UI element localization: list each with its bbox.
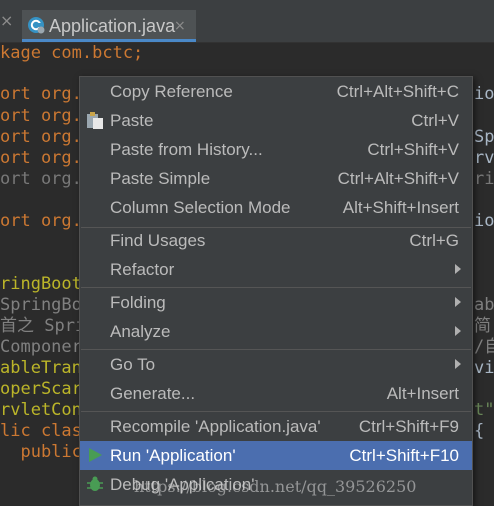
code-text: public — [0, 442, 82, 462]
code-fragment: vic — [474, 358, 494, 378]
code-line: 首之 Spri — [0, 316, 85, 337]
menu-item-shortcut: Ctrl+Shift+F9 — [358, 417, 459, 436]
menu-item-paste[interactable]: Paste Ctrl+V — [80, 106, 472, 135]
paste-icon — [87, 112, 103, 129]
menu-item-shortcut: Ctrl+Shift+V — [367, 140, 459, 159]
menu-item-label: Column Selection Mode — [110, 198, 291, 217]
menu-item-label: Folding — [110, 293, 166, 312]
code-fragment: ab — [474, 295, 494, 315]
code-text: ableTran — [0, 358, 82, 378]
menu-item-label: Run 'Application' — [110, 446, 236, 465]
menu-item-label: Analyze — [110, 322, 171, 341]
code-text: ort org. — [0, 84, 82, 104]
tab-application-java[interactable]: Application.java × — [22, 10, 196, 42]
menu-item-column-selection-mode[interactable]: Column Selection Mode Alt+Shift+Insert — [80, 193, 472, 222]
code-text: Componer — [0, 337, 82, 357]
code-line: ort org. — [0, 127, 82, 148]
code-line: ort org. — [0, 84, 82, 105]
menu-item-copy-reference[interactable]: Copy Reference Ctrl+Alt+Shift+C — [80, 77, 472, 106]
menu-item-label: Generate... — [110, 384, 196, 403]
code-fragment: Spr — [474, 127, 494, 147]
code-line: ort org. — [0, 169, 82, 190]
code-text: ort org. — [0, 127, 82, 147]
menu-item-label: Refactor — [110, 260, 175, 279]
code-text: ringBoot — [0, 274, 82, 294]
tab-title: Application.java — [49, 16, 176, 36]
menu-item-shortcut: Ctrl+Alt+Shift+V — [337, 169, 459, 188]
code-line: operScar — [0, 379, 82, 400]
menu-item-label: Find Usages — [110, 231, 206, 250]
code-line: public — [0, 442, 82, 463]
menu-item-generate[interactable]: Generate... Alt+Insert — [80, 379, 472, 408]
code-text: rvletCon — [0, 400, 82, 420]
code-text: operScar — [0, 379, 82, 399]
code-text: ort org. — [0, 148, 82, 168]
menu-item-run-application[interactable]: Run 'Application' Ctrl+Shift+F10 — [80, 441, 472, 470]
java-class-icon — [28, 17, 45, 34]
menu-item-shortcut: Ctrl+V — [411, 111, 459, 130]
code-fragment: { — [474, 421, 485, 441]
tab-close-icon[interactable]: × — [174, 15, 186, 37]
code-line: SpringBo — [0, 295, 82, 316]
code-text: lic clas — [0, 421, 82, 441]
code-fragment: ri — [474, 169, 494, 189]
code-line: kage com.bctc; — [0, 43, 143, 64]
menu-item-label: Paste Simple — [110, 169, 211, 188]
code-fragment: /自 — [474, 337, 494, 357]
menu-item-shortcut: Ctrl+G — [409, 231, 459, 250]
code-fragment: t" — [474, 400, 494, 420]
code-line: ringBoot — [0, 274, 82, 295]
submenu-arrow-icon — [455, 359, 461, 369]
code-line: ort org. — [0, 211, 82, 232]
menu-item-find-usages[interactable]: Find Usages Ctrl+G — [80, 226, 472, 255]
code-line: Componer — [0, 337, 82, 358]
debug-icon — [87, 476, 103, 491]
editor-tab-bar: × Application.java × — [0, 0, 494, 43]
editor-context-menu: Copy Reference Ctrl+Alt+Shift+C Paste Ct… — [79, 76, 473, 506]
menu-item-recompile[interactable]: Recompile 'Application.java' Ctrl+Shift+… — [80, 412, 472, 441]
menu-item-shortcut: Alt+Shift+Insert — [342, 198, 459, 217]
menu-item-go-to[interactable]: Go To — [80, 350, 472, 379]
submenu-arrow-icon — [455, 326, 461, 336]
menu-item-paste-from-history[interactable]: Paste from History... Ctrl+Shift+V — [80, 135, 472, 164]
code-text: 首之 Spri — [0, 316, 86, 336]
menu-item-refactor[interactable]: Refactor — [80, 255, 472, 284]
code-fragment: 简 — [474, 316, 491, 336]
code-fragment: rvl — [474, 148, 494, 168]
watermark-text: https://blog.csdn.net/qq_39526250 — [134, 477, 417, 496]
code-text: SpringBo — [0, 295, 82, 315]
previous-tab-close-icon[interactable]: × — [0, 9, 13, 33]
menu-item-label: Go To — [110, 355, 156, 374]
menu-item-shortcut: Ctrl+Alt+Shift+C — [336, 82, 459, 101]
menu-item-shortcut: Alt+Insert — [386, 384, 459, 403]
code-text: kage com.bctc; — [0, 43, 144, 63]
code-line: ort org. — [0, 106, 82, 127]
code-line: lic clas — [0, 421, 82, 442]
menu-item-paste-simple[interactable]: Paste Simple Ctrl+Alt+Shift+V — [80, 164, 472, 193]
run-icon — [89, 448, 102, 462]
menu-item-label: Copy Reference — [110, 82, 233, 101]
submenu-arrow-icon — [455, 297, 461, 307]
code-line: ableTran — [0, 358, 82, 379]
menu-item-label: Recompile 'Application.java' — [110, 417, 321, 436]
code-text: ort org. — [0, 211, 82, 231]
menu-item-folding[interactable]: Folding — [80, 288, 472, 317]
code-fragment: ion; — [474, 84, 494, 104]
menu-item-label: Paste from History... — [110, 140, 263, 159]
menu-item-analyze[interactable]: Analyze — [80, 317, 472, 346]
code-line: rvletCon — [0, 400, 82, 421]
code-text: ort org. — [0, 169, 82, 189]
menu-item-label: Paste — [110, 111, 154, 130]
submenu-arrow-icon — [455, 264, 461, 274]
code-line: ort org. — [0, 148, 82, 169]
menu-item-shortcut: Ctrl+Shift+F10 — [349, 446, 459, 465]
code-text: ort org. — [0, 106, 82, 126]
code-fragment: io — [474, 211, 494, 231]
